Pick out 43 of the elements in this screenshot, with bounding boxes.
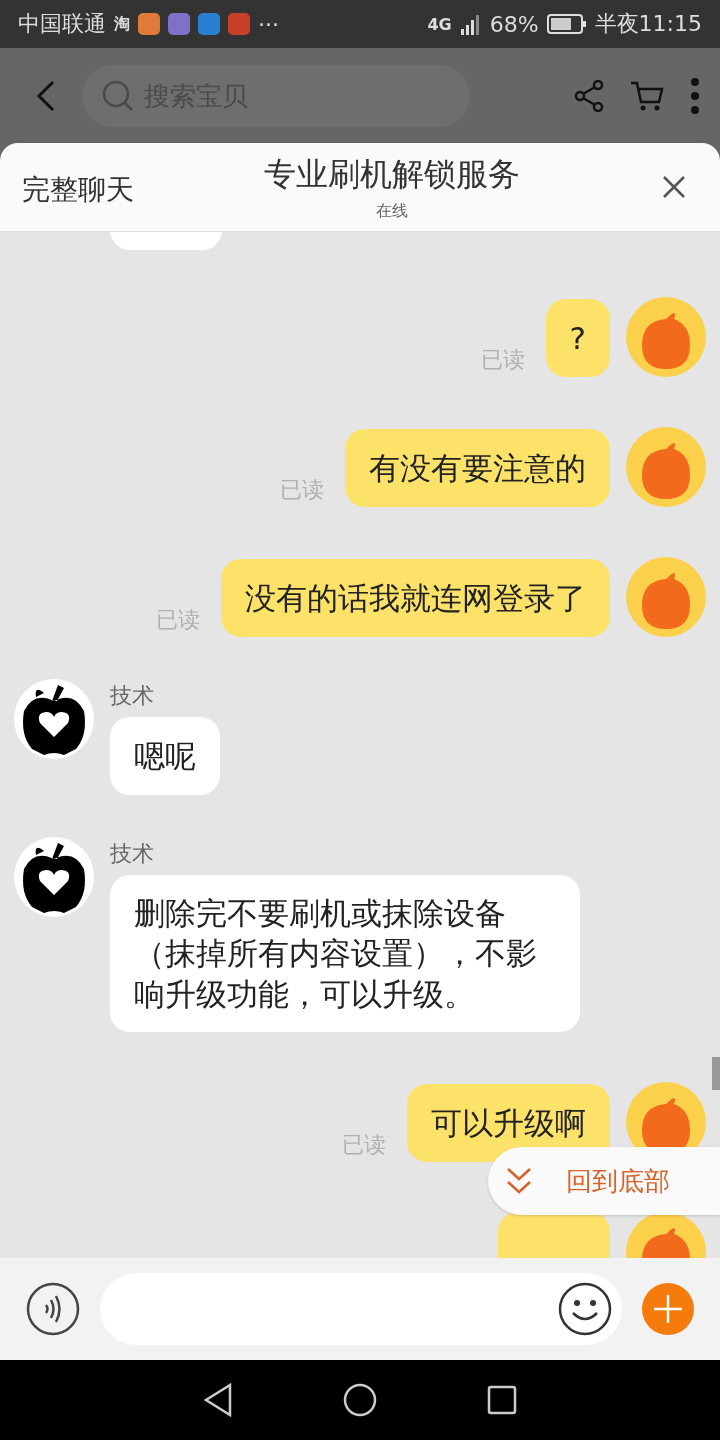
- avatar-icon: [14, 679, 94, 759]
- message-bubble: 有没有要注意的: [345, 429, 610, 507]
- network-type: 4G: [427, 14, 452, 34]
- recents-nav-icon[interactable]: [487, 1385, 517, 1415]
- more-notifications: ···: [258, 11, 279, 37]
- message-bubble: ?: [545, 299, 610, 377]
- scroll-to-bottom-button[interactable]: 回到底部: [488, 1147, 720, 1215]
- avatar-icon: [626, 427, 706, 507]
- battery-percent: 68%: [489, 11, 539, 37]
- sender-name: 技术: [110, 682, 154, 710]
- emoji-icon[interactable]: [558, 1282, 612, 1336]
- clock: 半夜11:15: [594, 10, 702, 38]
- message-bubble: 删除完不要刷机或抹除设备（抹掉所有内容设置），不影响升级功能，可以升级。: [110, 875, 580, 1032]
- close-icon[interactable]: [662, 175, 686, 199]
- carrier-name: 中国联通: [18, 10, 106, 38]
- more-icon[interactable]: [690, 77, 700, 114]
- message-bubble: 没有的话我就连网登录了: [221, 559, 610, 637]
- message-bubble: 可以升级啊: [407, 1083, 610, 1162]
- music-app-icon: [168, 13, 190, 35]
- scroll-thumb[interactable]: [712, 1057, 720, 1090]
- avatar-icon: [14, 837, 94, 917]
- game-app-icon: [228, 13, 250, 35]
- voice-icon[interactable]: [26, 1282, 80, 1336]
- back-nav-icon[interactable]: [203, 1383, 233, 1417]
- battery-icon: [546, 13, 587, 35]
- chat-app-icon: [198, 13, 220, 35]
- avatar-icon: [626, 297, 706, 377]
- search-icon: [102, 79, 134, 112]
- online-status: 在线: [376, 200, 408, 222]
- avatar-icon: [626, 557, 706, 637]
- cart-icon[interactable]: [630, 79, 664, 112]
- plus-icon[interactable]: [642, 1283, 694, 1335]
- video-app-icon: [138, 13, 160, 35]
- double-chevron-icon: [506, 1167, 532, 1195]
- message-bubble: 嗯呢: [110, 717, 220, 795]
- chat-title: 专业刷机解锁服务: [264, 153, 520, 195]
- full-chat-link[interactable]: 完整聊天: [22, 171, 212, 209]
- app-icon: 淘: [114, 13, 130, 35]
- back-icon[interactable]: [36, 79, 56, 112]
- share-icon[interactable]: [574, 79, 604, 112]
- signal-icon: [459, 13, 482, 35]
- sender-name: 技术: [110, 840, 154, 868]
- home-nav-icon[interactable]: [343, 1383, 377, 1417]
